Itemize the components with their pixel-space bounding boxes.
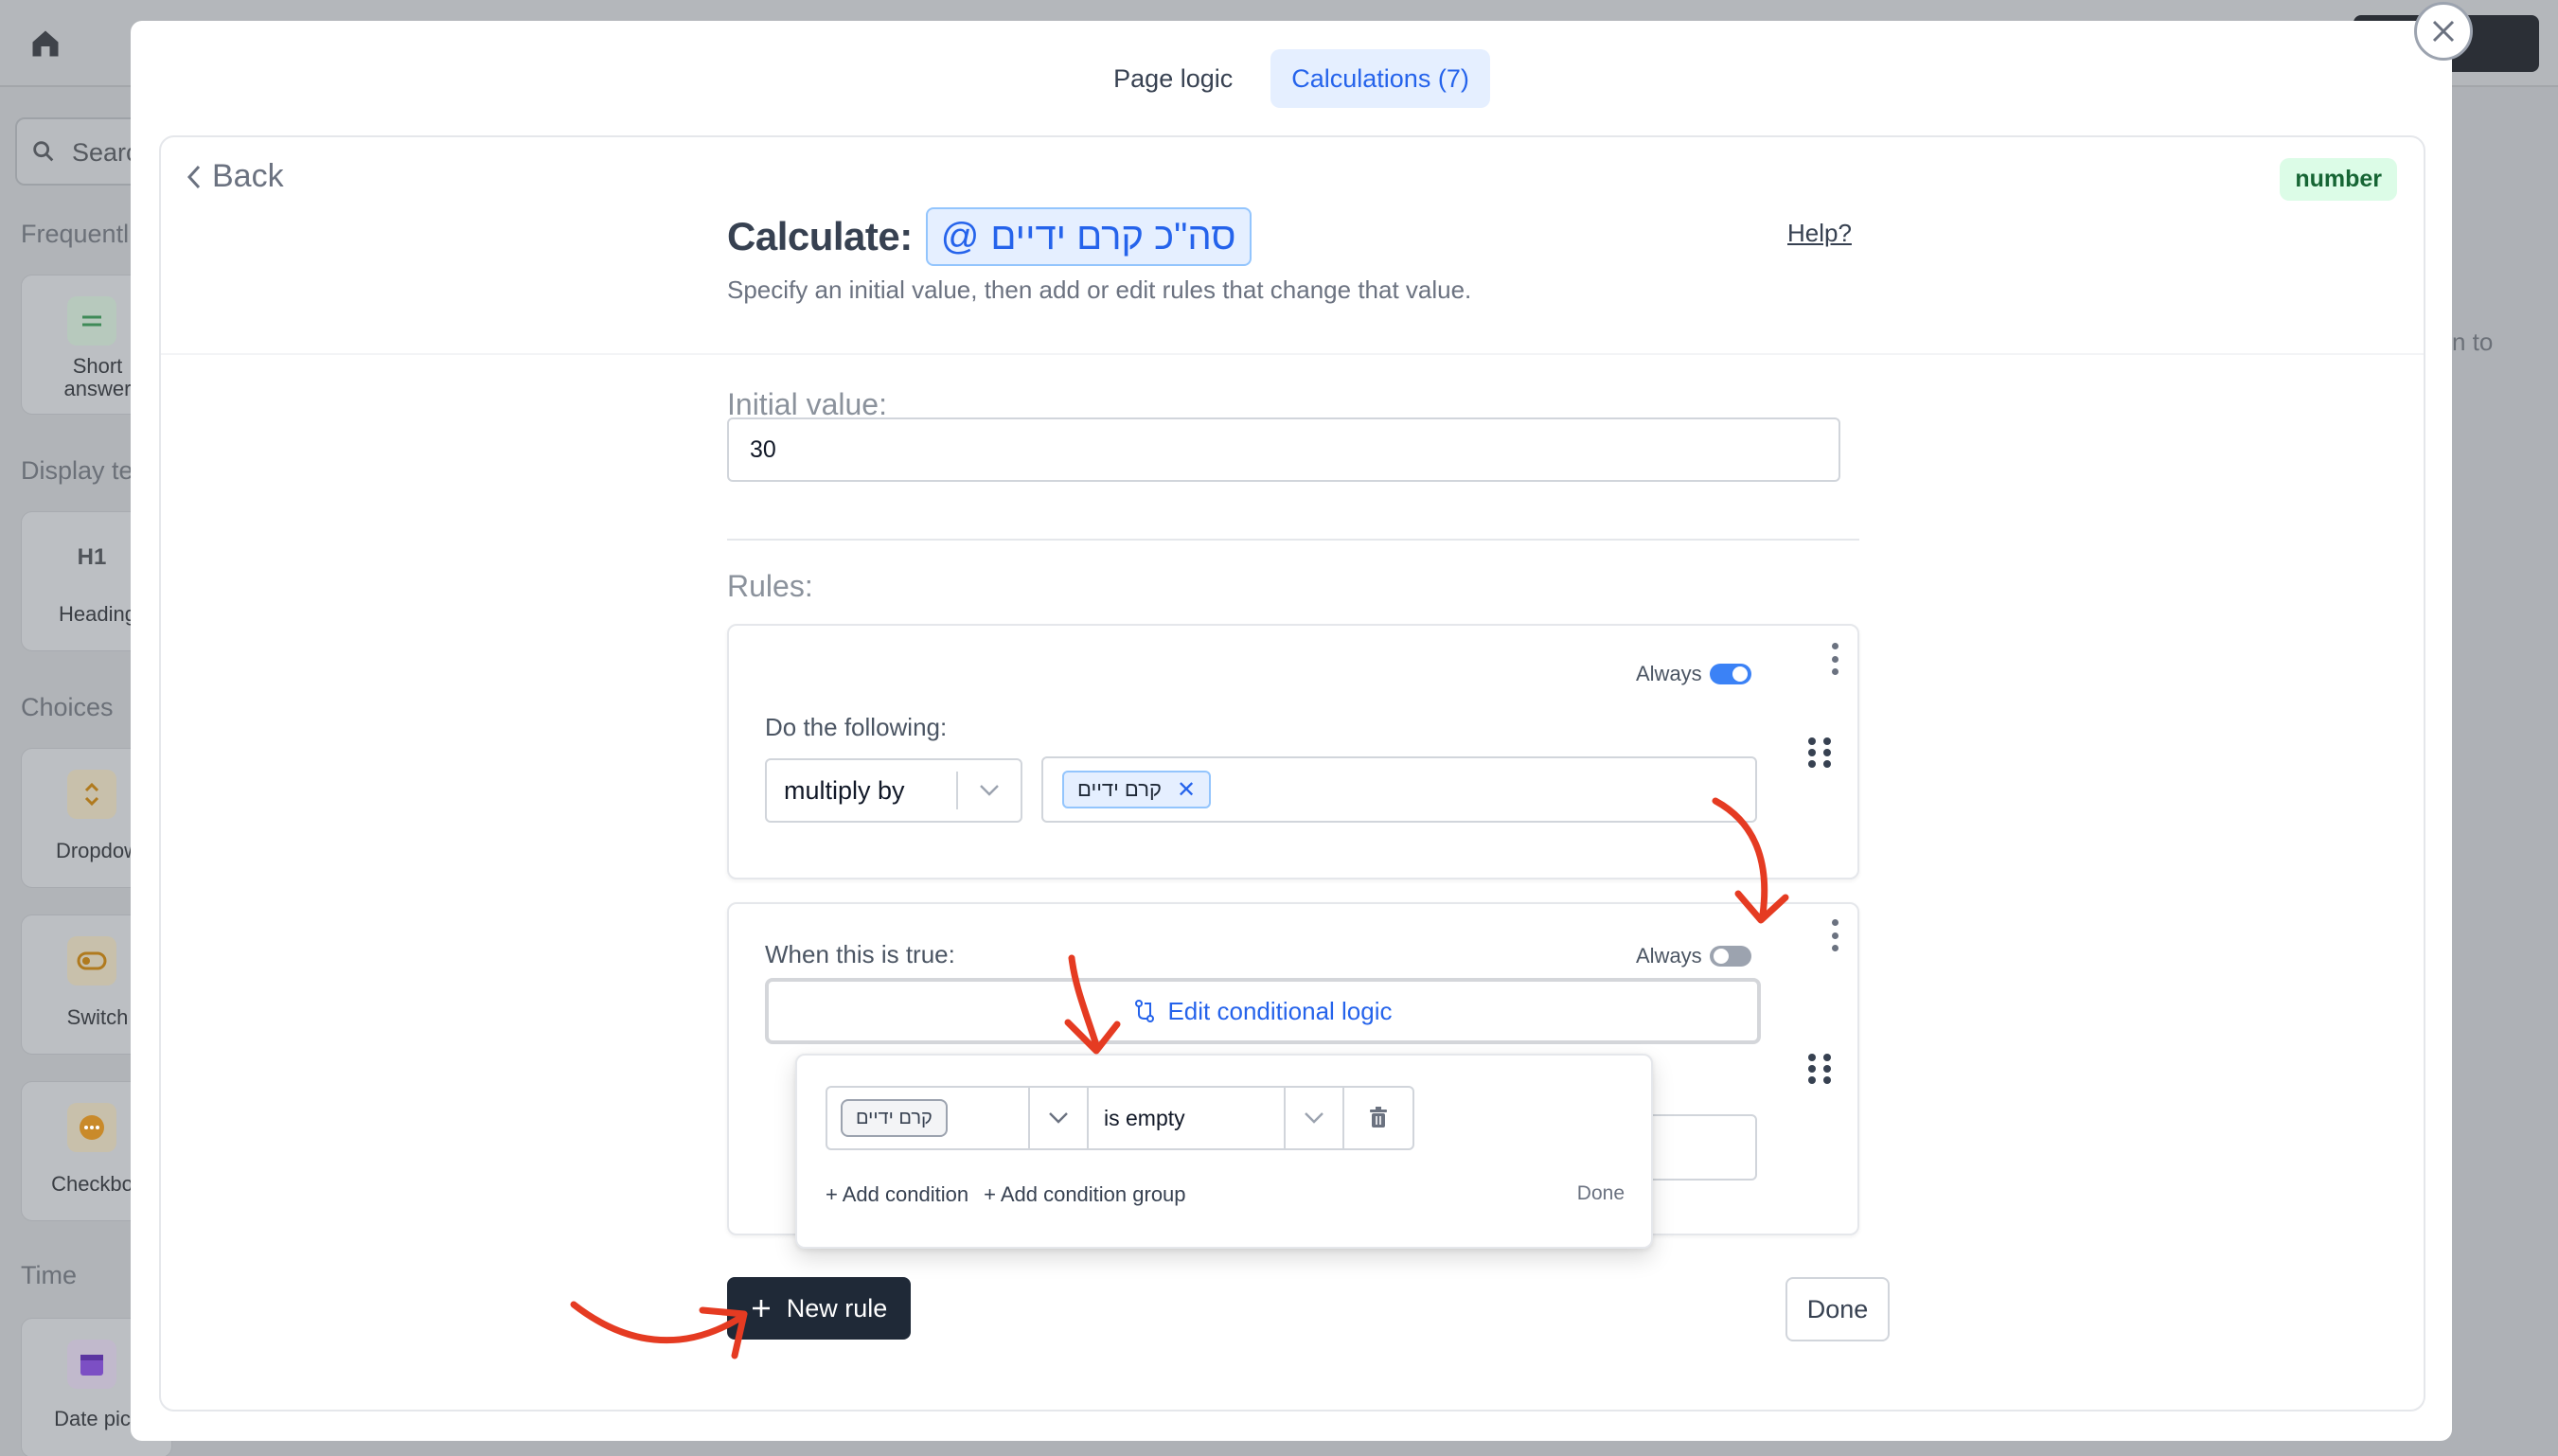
plus-icon bbox=[752, 1300, 770, 1317]
tab-calculations[interactable]: Calculations (7) bbox=[1270, 49, 1490, 108]
condition-row: קרם ידיים is empty bbox=[826, 1086, 1414, 1150]
add-condition-link[interactable]: + Add condition bbox=[826, 1182, 968, 1207]
section-choices: Choices bbox=[21, 693, 114, 721]
always-toggle-group: Always bbox=[1636, 944, 1751, 968]
section-frequent: Frequentl bbox=[21, 220, 130, 248]
condition-operator-select[interactable]: is empty bbox=[1089, 1088, 1344, 1148]
tab-page-logic[interactable]: Page logic bbox=[1092, 49, 1253, 108]
search-icon bbox=[33, 141, 54, 162]
back-label: Back bbox=[212, 158, 284, 194]
condition-field-chip: קרם ידיים bbox=[841, 1099, 948, 1137]
operand-chip-label: קרם ידיים bbox=[1077, 777, 1162, 801]
more-options-icon[interactable] bbox=[1829, 919, 1840, 951]
editor-subtitle: Specify an initial value, then add or ed… bbox=[727, 275, 1472, 304]
always-label: Always bbox=[1636, 944, 1702, 968]
chevron-down-icon bbox=[1028, 1088, 1087, 1148]
chevron-left-icon bbox=[187, 165, 201, 188]
add-condition-group-link[interactable]: + Add condition group bbox=[984, 1182, 1185, 1207]
rules-divider bbox=[727, 539, 1859, 541]
short-answer-icon bbox=[67, 296, 116, 346]
heading-icon: H1 bbox=[77, 544, 107, 570]
variable-name: סה"כ קרם ידיים bbox=[990, 215, 1236, 257]
condition-popover: קרם ידיים is empty + Add condition + Add… bbox=[795, 1054, 1653, 1249]
calculate-label: Calculate: bbox=[727, 214, 913, 258]
modal-tabs: Page logic Calculations (7) bbox=[131, 49, 2452, 108]
search-placeholder: Searc bbox=[72, 138, 139, 167]
calculation-editor: Back number Calculate: @ סה"כ קרם ידיים … bbox=[159, 135, 2425, 1412]
branch-icon bbox=[1135, 1000, 1155, 1022]
section-display-text: Display te bbox=[21, 456, 133, 485]
back-button[interactable]: Back bbox=[186, 158, 284, 195]
when-true-label: When this is true: bbox=[765, 940, 955, 968]
switch-icon bbox=[67, 936, 116, 985]
done-button[interactable]: Done bbox=[1785, 1277, 1890, 1341]
operation-select[interactable]: multiply by bbox=[765, 758, 1022, 823]
trash-icon bbox=[1370, 1107, 1387, 1128]
chevron-down-icon bbox=[958, 784, 1021, 797]
variable-pill[interactable]: @ סה"כ קרם ידיים bbox=[925, 207, 1252, 266]
initial-value-input[interactable]: 30 bbox=[727, 417, 1840, 482]
close-icon bbox=[2432, 20, 2455, 43]
new-rule-label: New rule bbox=[786, 1293, 888, 1323]
operation-value: multiply by bbox=[784, 775, 905, 805]
drag-handle-icon[interactable] bbox=[1808, 737, 1831, 768]
popover-links: + Add condition + Add condition group bbox=[826, 1182, 1186, 1207]
type-badge: number bbox=[2280, 158, 2397, 201]
delete-condition-button[interactable] bbox=[1344, 1088, 1412, 1148]
section-time: Time bbox=[21, 1261, 77, 1289]
popover-done-link[interactable]: Done bbox=[1577, 1182, 1625, 1205]
always-toggle[interactable] bbox=[1709, 664, 1751, 684]
home-icon bbox=[32, 30, 59, 57]
more-options-icon[interactable] bbox=[1829, 643, 1840, 675]
rule-card-1: Always Do the following: multiply by קרם… bbox=[727, 624, 1859, 879]
chevron-down-icon bbox=[1284, 1088, 1342, 1148]
checkbox-icon bbox=[67, 1103, 116, 1152]
drag-handle-icon[interactable] bbox=[1808, 1054, 1831, 1084]
condition-field-select[interactable]: קרם ידיים bbox=[827, 1088, 1089, 1148]
operand-input[interactable]: קרם ידיים ✕ bbox=[1041, 756, 1757, 823]
do-following-label: Do the following: bbox=[765, 713, 948, 741]
help-link[interactable]: Help? bbox=[1787, 219, 1852, 248]
header-divider bbox=[161, 353, 2424, 355]
always-label: Always bbox=[1636, 662, 1702, 685]
rules-label: Rules: bbox=[727, 569, 813, 603]
always-toggle[interactable] bbox=[1709, 946, 1751, 967]
close-modal-button[interactable] bbox=[2414, 2, 2473, 61]
remove-chip-icon[interactable]: ✕ bbox=[1177, 776, 1196, 804]
new-rule-button[interactable]: New rule bbox=[727, 1277, 911, 1340]
variable-at-symbol: @ bbox=[940, 215, 980, 257]
dropdown-icon bbox=[67, 770, 116, 819]
calculation-title: Calculate: @ סה"כ קרם ידיים bbox=[727, 207, 1252, 266]
condition-operator-value: is empty bbox=[1104, 1105, 1185, 1130]
always-toggle-group: Always bbox=[1636, 662, 1751, 686]
calendar-icon bbox=[67, 1340, 116, 1389]
calculations-modal: Page logic Calculations (7) Back number … bbox=[131, 21, 2452, 1441]
edit-conditional-logic-button[interactable]: Edit conditional logic bbox=[765, 978, 1761, 1044]
background-right-text: n to bbox=[2452, 328, 2494, 356]
edit-conditional-logic-label: Edit conditional logic bbox=[1167, 996, 1393, 1025]
operand-chip: קרם ידיים ✕ bbox=[1062, 771, 1212, 808]
